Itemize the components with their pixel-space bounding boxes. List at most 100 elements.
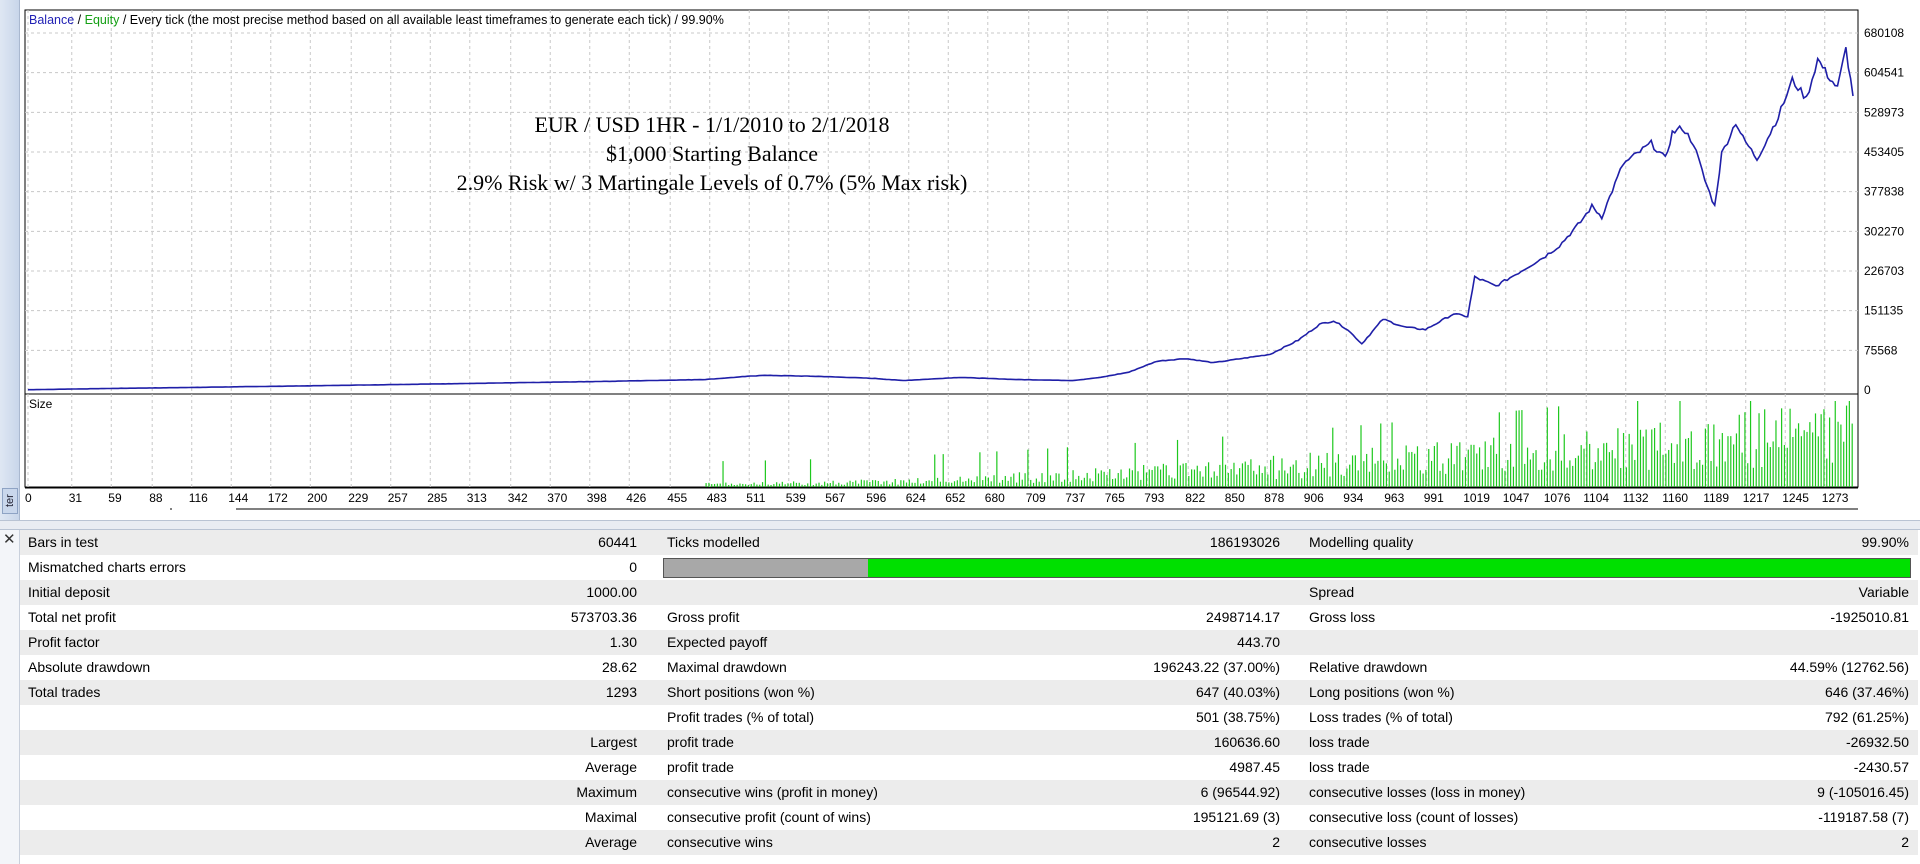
size-bar [1504, 470, 1506, 487]
size-bar [1035, 478, 1037, 487]
y-tick-label: 0 [1864, 383, 1871, 397]
size-bar [1634, 459, 1636, 487]
size-bar [708, 482, 710, 487]
size-bar [722, 461, 724, 487]
y-tick-label: 151135 [1864, 304, 1903, 318]
size-bar [1651, 429, 1653, 487]
size-bar [1631, 444, 1633, 487]
size-bar [1159, 469, 1162, 487]
size-bar [1470, 444, 1472, 487]
size-bar [1829, 417, 1831, 487]
size-bar [1227, 472, 1229, 487]
size-bar [1721, 433, 1723, 487]
size-bar [1354, 455, 1356, 487]
size-bar [778, 483, 781, 487]
size-bar [719, 483, 721, 487]
size-bar [1758, 413, 1760, 487]
size-bar [903, 480, 905, 487]
report-value-col-1: 0 [629, 559, 637, 575]
report-row: Average consecutive wins 2 consecutive loss… [20, 830, 1918, 855]
size-bar [1078, 475, 1080, 487]
report-value-col-1: Maximal [584, 809, 637, 825]
size-bar [787, 483, 789, 487]
size-bar [1295, 460, 1297, 487]
size-bar [1363, 461, 1365, 487]
size-bar [965, 481, 967, 487]
x-tick-label: 822 [1185, 491, 1205, 505]
size-bar [1382, 460, 1385, 487]
size-bar [1261, 472, 1263, 487]
size-bar [1549, 459, 1551, 487]
size-bar [1620, 467, 1622, 487]
x-tick-label: 200 [307, 491, 327, 505]
panel-splitter[interactable] [0, 520, 1920, 530]
size-bar [922, 483, 925, 487]
size-bar [968, 478, 970, 487]
size-bar [1840, 424, 1842, 487]
size-bar [1772, 441, 1774, 487]
size-bar [1349, 464, 1351, 487]
plot-frame [24, 9, 1859, 488]
size-bar [1552, 470, 1554, 487]
size-bar [984, 476, 987, 487]
size-bar [804, 485, 806, 487]
size-bar [1786, 447, 1788, 487]
size-bar [1713, 424, 1715, 487]
size-bar [1318, 455, 1320, 487]
report-value-col-2: 2 [1272, 834, 1280, 850]
size-bar [1738, 414, 1740, 487]
size-bar [1301, 478, 1303, 487]
size-bar [846, 482, 848, 487]
size-bar [979, 452, 981, 487]
size-bar [959, 476, 961, 487]
size-bar [1456, 445, 1458, 487]
size-bar [1148, 469, 1150, 487]
size-bar [883, 481, 885, 487]
close-icon[interactable]: ✕ [3, 530, 16, 548]
size-bar [1193, 469, 1196, 487]
report-panel: ✕ Bars in test 60441 Ticks modelled 1861930… [0, 530, 1920, 864]
x-tick-label: 878 [1264, 491, 1284, 505]
x-tick-label: 370 [547, 491, 567, 505]
size-bar [739, 483, 741, 487]
size-bar [925, 480, 927, 487]
size-bar [1724, 461, 1726, 487]
x-tick-label: 285 [427, 491, 447, 505]
x-tick-label: 144 [228, 491, 248, 505]
report-value-col-1: Average [585, 759, 637, 775]
size-bar [835, 484, 837, 487]
x-tick-label: 483 [707, 491, 727, 505]
size-bar [1766, 442, 1769, 487]
size-bar [1498, 412, 1500, 487]
size-bar [1346, 468, 1348, 487]
size-bar [1267, 474, 1269, 487]
size-bar [1685, 438, 1687, 487]
size-bar [1205, 466, 1207, 487]
y-tick-label: 226703 [1864, 264, 1904, 278]
size-bar [1103, 471, 1105, 487]
size-bar [753, 482, 755, 487]
size-bar [832, 480, 834, 487]
report-row: Average profit trade 4987.45 loss trade -243… [20, 755, 1918, 780]
report-value-col-3: -2430.57 [1853, 759, 1909, 775]
size-bar [770, 485, 772, 487]
size-bar [1157, 466, 1159, 487]
x-tick-label: 511 [746, 491, 765, 505]
equity-chart: 680108 604541 528973 453405 377838 302270 2267… [24, 9, 1904, 510]
size-bar [1337, 454, 1340, 487]
size-bar [1730, 436, 1732, 487]
size-bar [1131, 470, 1133, 487]
x-tick-label: 0 [25, 491, 32, 505]
size-bar [920, 483, 922, 487]
size-bar [1111, 479, 1114, 487]
report-value-col-2: 6 (96544.92) [1200, 784, 1280, 800]
size-bar [1230, 469, 1232, 487]
x-tick-label: 850 [1225, 491, 1245, 505]
size-bar [1541, 469, 1543, 487]
size-bar [756, 484, 758, 487]
size-bar [1303, 472, 1306, 487]
size-bar [1843, 441, 1845, 487]
y-tick-label: 75568 [1864, 343, 1898, 357]
size-bar [1501, 468, 1503, 487]
size-bar [1809, 422, 1811, 487]
